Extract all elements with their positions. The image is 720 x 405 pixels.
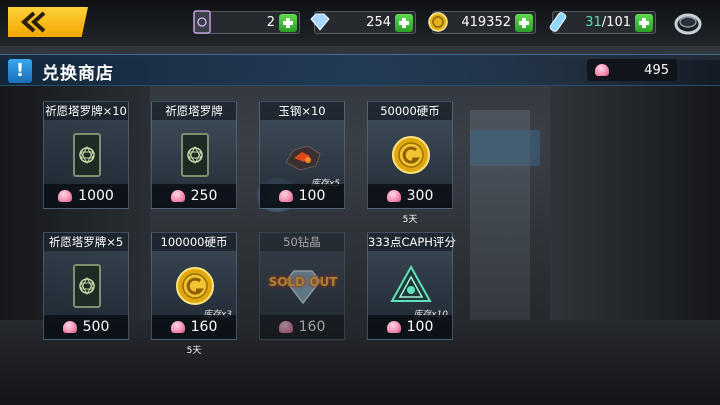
pink-shell-icon bbox=[170, 190, 185, 202]
pink-shell-icon bbox=[62, 321, 77, 333]
coin-resource: 419352 bbox=[428, 11, 536, 34]
coin-icon bbox=[428, 12, 448, 32]
item-name: 50000硬币 bbox=[368, 102, 452, 120]
pink-shell-icon bbox=[386, 190, 401, 202]
diamond-icon bbox=[310, 13, 330, 31]
shop-item-card[interactable]: 祈愿塔罗牌 250 bbox=[151, 101, 237, 209]
item-price: 1000 bbox=[78, 188, 114, 204]
stamina-max: 101 bbox=[606, 15, 631, 30]
caph-emblem-icon bbox=[390, 264, 432, 302]
shop-item-card[interactable]: 玉钢×10 库存x5 100 bbox=[259, 101, 345, 209]
shop-item-card[interactable]: 祈愿塔罗牌×5 500 bbox=[43, 232, 129, 340]
item-name: 祈愿塔罗牌×5 bbox=[44, 233, 128, 251]
shop-item-card[interactable]: 100000硬币 库存x3 160 5天 bbox=[151, 232, 237, 356]
back-button[interactable] bbox=[8, 7, 88, 37]
tarot-card-icon bbox=[73, 264, 101, 308]
gold-coin-icon bbox=[176, 267, 214, 305]
pink-shell-icon bbox=[386, 321, 401, 333]
item-price: 160 bbox=[190, 319, 218, 335]
exchange-currency-box: 495 bbox=[587, 59, 677, 81]
item-name: 祈愿塔罗牌×10 bbox=[44, 102, 128, 120]
item-days: 5天 bbox=[186, 346, 202, 356]
item-price: 500 bbox=[82, 319, 110, 335]
item-name: 玉钢×10 bbox=[260, 102, 344, 120]
shop-item-card[interactable]: 333点CAPH评分 库存x10 100 bbox=[367, 232, 456, 340]
settings-ring-icon[interactable] bbox=[672, 7, 704, 39]
pink-shell-icon bbox=[58, 190, 73, 202]
exchange-currency-count: 495 bbox=[644, 62, 669, 78]
shop-item-card: 50钻晶 SOLD OUT 160 bbox=[259, 232, 345, 340]
tarot-card-icon bbox=[73, 133, 101, 177]
item-price: 100 bbox=[298, 188, 326, 204]
item-days: 5天 bbox=[402, 215, 418, 225]
add-tarot-button[interactable] bbox=[279, 13, 297, 32]
back-arrow-icon bbox=[21, 11, 46, 33]
item-price: 100 bbox=[406, 319, 434, 335]
add-diamond-button[interactable] bbox=[395, 13, 413, 32]
item-price: 160 bbox=[298, 319, 326, 335]
shop-item-card[interactable]: 祈愿塔罗牌×10 1000 bbox=[43, 101, 129, 209]
pink-shell-icon bbox=[595, 64, 609, 76]
gold-coin-icon bbox=[392, 136, 430, 174]
shop-item-card[interactable]: 50000硬币 300 5天 bbox=[367, 101, 453, 225]
tarot-resource: 2 bbox=[193, 10, 300, 34]
sold-out-label: SOLD OUT bbox=[268, 275, 338, 289]
stamina-current: 31 bbox=[585, 15, 602, 30]
item-name: 100000硬币 bbox=[152, 233, 236, 251]
steel-ore-icon bbox=[285, 145, 321, 171]
page-title: 兑换商店 bbox=[42, 64, 114, 84]
pink-shell-icon bbox=[278, 321, 293, 333]
exclamation-icon: ! bbox=[8, 59, 32, 83]
add-stamina-button[interactable] bbox=[635, 13, 653, 32]
item-price: 250 bbox=[190, 188, 218, 204]
item-name: 333点CAPH评分 bbox=[368, 233, 456, 251]
diamond-resource: 254 bbox=[310, 11, 416, 34]
item-name: 祈愿塔罗牌 bbox=[152, 102, 236, 120]
top-resource-bar: 2 254 419352 31/101 bbox=[0, 0, 720, 46]
pink-shell-icon bbox=[170, 321, 185, 333]
item-price: 300 bbox=[406, 188, 434, 204]
pink-shell-icon bbox=[278, 190, 293, 202]
stamina-resource: 31/101 bbox=[549, 11, 656, 34]
stamina-vial-icon bbox=[549, 12, 567, 32]
tarot-card-icon bbox=[193, 10, 211, 34]
tarot-card-icon bbox=[181, 133, 209, 177]
add-coin-button[interactable] bbox=[515, 13, 533, 32]
item-name: 50钻晶 bbox=[260, 233, 344, 251]
